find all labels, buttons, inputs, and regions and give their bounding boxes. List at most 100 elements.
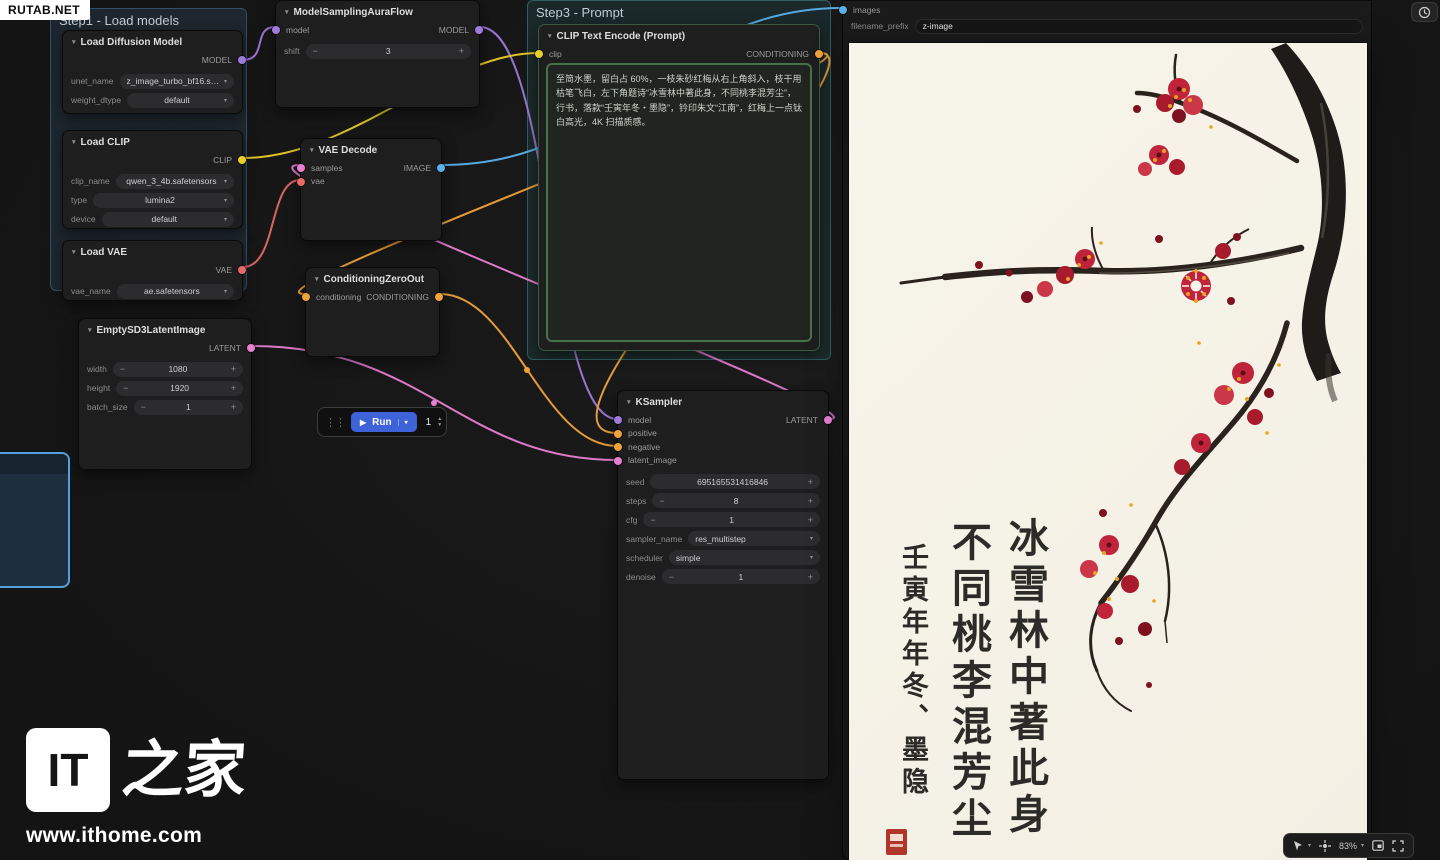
sampler-name-select[interactable]: res_multistep ▾ [688, 531, 820, 546]
node-vae-decode[interactable]: ▾ VAE Decode samples IMAGE vae [300, 138, 442, 241]
fullscreen-icon[interactable] [1392, 840, 1404, 852]
output-label: LATENT [209, 343, 241, 353]
collapse-icon[interactable]: ▾ [72, 138, 76, 146]
collapse-icon[interactable]: ▾ [548, 32, 552, 40]
cursor-tool-icon[interactable] [1293, 840, 1304, 852]
node-load-vae[interactable]: ▾ Load VAE VAE vae_name ae.safetensors ▾ [62, 240, 243, 301]
weight-dtype-select[interactable]: default ▾ [127, 93, 234, 108]
increment-button[interactable]: + [231, 402, 236, 412]
input-port-negative[interactable] [614, 443, 622, 451]
node-title: Load Diffusion Model [81, 37, 183, 48]
slot-row: MODEL [63, 53, 242, 67]
shift-input[interactable]: − 3 + [306, 44, 471, 59]
denoise-input[interactable]: − 1 + [662, 569, 820, 584]
cfg-input[interactable]: − 1 + [643, 512, 820, 527]
widget-filename-prefix: filename_prefix z-image [843, 17, 1371, 36]
node-header: ▾ ConditioningZeroOut [306, 268, 439, 290]
output-port-latent[interactable] [247, 344, 255, 352]
widget-clip-name: clip_name qwen_3_4b.safetensors ▾ [63, 172, 242, 191]
node-save-image[interactable]: images filename_prefix z-image [842, 0, 1372, 860]
seed-input[interactable]: 695165531416846 + [650, 474, 820, 489]
output-port-clip[interactable] [238, 156, 246, 164]
output-port-vae[interactable] [238, 266, 246, 274]
collapse-icon[interactable]: ▾ [72, 248, 76, 256]
minimap-icon[interactable] [1372, 840, 1384, 851]
collapse-icon[interactable]: ▾ [315, 275, 319, 283]
randomize-seed-button[interactable]: + [808, 477, 813, 487]
cursor-tool-chevron-icon[interactable]: ▾ [1308, 842, 1311, 849]
node-header: ▾ Load VAE [63, 241, 242, 263]
type-select[interactable]: lumina2 ▾ [93, 193, 234, 208]
drag-handle-icon[interactable]: ⋮⋮ [325, 416, 345, 429]
partial-node[interactable] [0, 452, 70, 588]
run-button[interactable]: ▶ Run ▾ [351, 412, 417, 432]
widget-seed: seed 695165531416846 + [618, 472, 828, 491]
zoom-chevron-icon[interactable]: ▾ [1361, 842, 1364, 849]
history-button[interactable] [1411, 2, 1438, 22]
increment-button[interactable]: + [231, 383, 236, 393]
input-port-model[interactable] [614, 416, 622, 424]
widget-height: height − 1920 + [79, 379, 251, 398]
run-options-chevron-icon[interactable]: ▾ [398, 419, 408, 426]
input-port-clip[interactable] [535, 50, 543, 58]
collapse-icon[interactable]: ▾ [72, 38, 76, 46]
slot-row: conditioning CONDITIONING [306, 290, 439, 304]
node-clip-text-encode[interactable]: ▾ CLIP Text Encode (Prompt) clip CONDITI… [538, 24, 820, 351]
unet-name-select[interactable]: z_image_turbo_bf16.sa... ▾ [120, 74, 234, 89]
node-load-diffusion-model[interactable]: ▾ Load Diffusion Model MODEL unet_name z… [62, 30, 243, 114]
output-port-latent[interactable] [824, 416, 832, 424]
increment-button[interactable]: + [808, 572, 813, 582]
output-port-model[interactable] [475, 26, 483, 34]
steps-input[interactable]: − 8 + [652, 493, 820, 508]
node-load-clip[interactable]: ▾ Load CLIP CLIP clip_name qwen_3_4b.saf… [62, 130, 243, 229]
input-port-conditioning[interactable] [302, 293, 310, 301]
input-label: conditioning [316, 292, 361, 302]
node-ksampler[interactable]: ▾ KSampler model LATENT positive negativ… [617, 390, 829, 780]
output-label: IMAGE [404, 163, 431, 173]
device-select[interactable]: default ▾ [102, 212, 234, 227]
collapse-icon[interactable]: ▾ [310, 146, 314, 154]
input-port-positive[interactable] [614, 430, 622, 438]
increment-button[interactable]: + [808, 496, 813, 506]
chevron-down-icon: ▾ [224, 78, 227, 85]
chevron-down-icon: ▾ [224, 288, 227, 295]
increment-button[interactable]: + [459, 46, 464, 56]
scheduler-select[interactable]: simple ▾ [669, 550, 820, 565]
node-model-sampling-auraflow[interactable]: ▾ ModelSamplingAuraFlow model MODEL shif… [275, 0, 480, 108]
node-title: Load CLIP [81, 137, 130, 148]
batch-size-input[interactable]: − 1 + [134, 400, 243, 415]
vae-name-select[interactable]: ae.safetensors ▾ [117, 284, 234, 299]
zoom-level[interactable]: 83% [1339, 841, 1357, 851]
widget-shift: shift − 3 + [276, 42, 479, 61]
increment-button[interactable]: + [231, 364, 236, 374]
prompt-textarea[interactable]: 至简水墨，留白占 60%，一枝朱砂红梅从右上角斜入，枝干用枯笔飞白，左下角题诗“… [546, 63, 812, 342]
output-port-conditioning[interactable] [435, 293, 443, 301]
input-port-model[interactable] [272, 26, 280, 34]
width-input[interactable]: − 1080 + [113, 362, 243, 377]
input-port-images[interactable] [839, 6, 847, 14]
clip-name-select[interactable]: qwen_3_4b.safetensors ▾ [116, 174, 234, 189]
input-label: negative [628, 442, 660, 452]
fit-view-icon[interactable] [1319, 840, 1331, 852]
node-header: ▾ Load CLIP [63, 131, 242, 153]
input-port-vae[interactable] [297, 178, 305, 186]
increment-button[interactable]: + [808, 515, 813, 525]
output-port-model[interactable] [238, 56, 246, 64]
widget-device: device default ▾ [63, 210, 242, 229]
filename-prefix-input[interactable]: z-image [915, 19, 1363, 34]
slot-row: model LATENT [618, 413, 828, 427]
output-port-conditioning[interactable] [815, 50, 823, 58]
node-conditioning-zero-out[interactable]: ▾ ConditioningZeroOut conditioning CONDI… [305, 267, 440, 357]
collapse-icon[interactable]: ▾ [627, 398, 631, 406]
input-port-latent-image[interactable] [614, 457, 622, 465]
node-empty-sd3-latent-image[interactable]: ▾ EmptySD3LatentImage LATENT width − 108… [78, 318, 252, 470]
output-label: VAE [216, 265, 232, 275]
batch-count-value[interactable]: 1 [426, 417, 432, 428]
height-input[interactable]: − 1920 + [116, 381, 243, 396]
batch-count-stepper[interactable]: ▲▼ [437, 417, 442, 428]
node-title: CLIP Text Encode (Prompt) [557, 31, 686, 42]
collapse-icon[interactable]: ▾ [285, 8, 289, 16]
collapse-icon[interactable]: ▾ [88, 326, 92, 334]
input-port-samples[interactable] [297, 164, 305, 172]
output-port-image[interactable] [437, 164, 445, 172]
